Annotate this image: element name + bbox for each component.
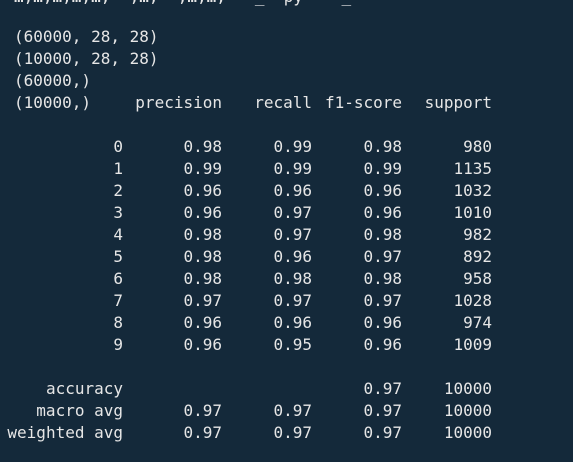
report-f1-score: 0.97 xyxy=(363,401,402,420)
report-header-recall: recall xyxy=(254,93,312,112)
report-precision: 0.99 xyxy=(183,159,222,178)
report-support: 958 xyxy=(463,269,492,288)
report-row-label: 0 xyxy=(113,137,123,156)
shape-line: (10000, 28, 28) xyxy=(14,49,159,68)
report-summary-label: macro avg xyxy=(36,401,123,420)
shape-line: (60000, 28, 28) xyxy=(14,27,159,46)
report-f1-score: 0.97 xyxy=(363,247,402,266)
report-support: 10000 xyxy=(443,379,492,398)
report-recall: 0.97 xyxy=(273,401,312,420)
report-recall: 0.96 xyxy=(273,313,312,332)
report-recall: 0.98 xyxy=(273,269,312,288)
report-header-precision: precision xyxy=(135,93,222,112)
report-f1-score: 0.96 xyxy=(363,313,402,332)
report-header-f1: f1-score xyxy=(324,93,402,112)
report-f1-score: 0.96 xyxy=(363,181,402,200)
report-recall: 0.96 xyxy=(273,181,312,200)
report-precision: 0.96 xyxy=(183,313,222,332)
report-recall: 0.99 xyxy=(273,159,312,178)
report-row-label: 4 xyxy=(113,225,123,244)
report-precision: 0.97 xyxy=(183,423,222,442)
report-recall: 0.99 xyxy=(273,137,312,156)
report-f1-score: 0.98 xyxy=(363,225,402,244)
report-row-label: 8 xyxy=(113,313,123,332)
report-support: 10000 xyxy=(443,423,492,442)
report-precision: 0.98 xyxy=(183,247,222,266)
report-summary-label: weighted avg xyxy=(7,423,123,442)
report-precision: 0.97 xyxy=(183,291,222,310)
report-precision: 0.98 xyxy=(183,137,222,156)
report-precision: 0.97 xyxy=(183,401,222,420)
terminal-output: …,…,…,…,…; ,…, ,…,…, _ py _ (60000, 28, … xyxy=(0,0,573,462)
report-support: 10000 xyxy=(443,401,492,420)
report-precision: 0.96 xyxy=(183,203,222,222)
report-f1-score: 0.97 xyxy=(363,423,402,442)
report-support: 1009 xyxy=(453,335,492,354)
report-precision: 0.96 xyxy=(183,181,222,200)
report-precision: 0.98 xyxy=(183,269,222,288)
report-row-label: 5 xyxy=(113,247,123,266)
report-f1-score: 0.97 xyxy=(363,379,402,398)
report-row-label: 2 xyxy=(113,181,123,200)
truncated-output-line: …,…,…,…,…; ,…, ,…,…, _ py _ xyxy=(14,0,351,8)
report-support: 1010 xyxy=(453,203,492,222)
report-recall: 0.96 xyxy=(273,247,312,266)
shape-line: (10000,) xyxy=(14,93,92,112)
report-support: 982 xyxy=(463,225,492,244)
report-recall: 0.97 xyxy=(273,225,312,244)
report-recall: 0.95 xyxy=(273,335,312,354)
report-summary-label: accuracy xyxy=(45,379,123,398)
report-f1-score: 0.98 xyxy=(363,137,402,156)
report-support: 1135 xyxy=(453,159,492,178)
report-header-support: support xyxy=(424,93,492,112)
report-support: 1028 xyxy=(453,291,492,310)
report-row-label: 3 xyxy=(113,203,123,222)
report-recall: 0.97 xyxy=(273,203,312,222)
report-f1-score: 0.96 xyxy=(363,203,402,222)
report-precision: 0.98 xyxy=(183,225,222,244)
report-f1-score: 0.98 xyxy=(363,269,402,288)
report-support: 892 xyxy=(463,247,492,266)
report-precision: 0.96 xyxy=(183,335,222,354)
report-row-label: 9 xyxy=(113,335,123,354)
report-support: 1032 xyxy=(453,181,492,200)
report-f1-score: 0.97 xyxy=(363,291,402,310)
report-row-label: 1 xyxy=(113,159,123,178)
report-row-label: 7 xyxy=(113,291,123,310)
report-support: 974 xyxy=(463,313,492,332)
report-row-label: 6 xyxy=(113,269,123,288)
report-support: 980 xyxy=(463,137,492,156)
report-recall: 0.97 xyxy=(273,423,312,442)
shape-line: (60000,) xyxy=(14,71,92,90)
report-f1-score: 0.99 xyxy=(363,159,402,178)
report-recall: 0.97 xyxy=(273,291,312,310)
report-f1-score: 0.96 xyxy=(363,335,402,354)
